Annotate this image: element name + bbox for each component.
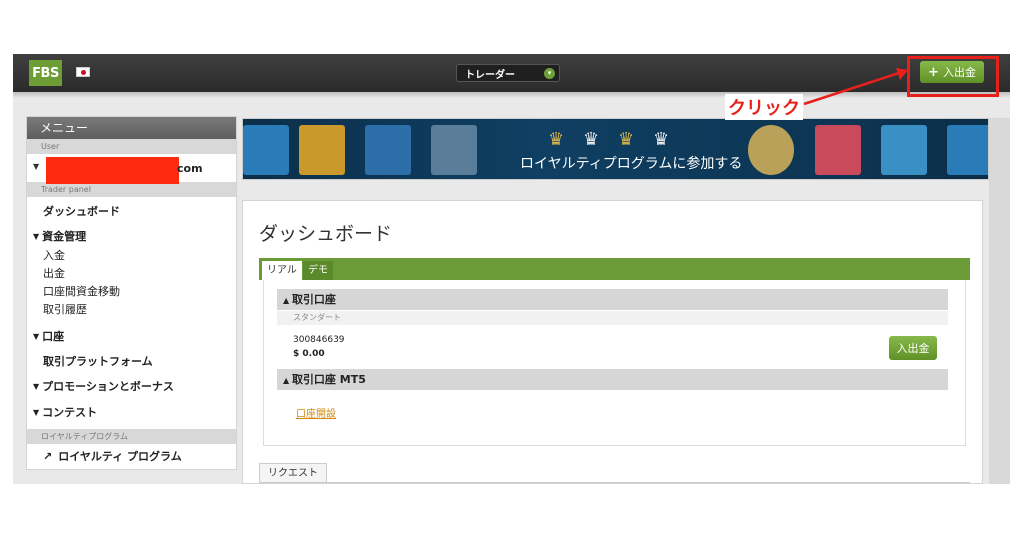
tab-content: ▲ 取引口座 スタンダート 300846639 $ 0.00 入出金 ▲ 取引口… (263, 280, 966, 446)
car-image (431, 125, 477, 175)
sidebar-group-contest-label: コンテスト (42, 406, 98, 419)
sidebar-group-promotions-label: プロモーションとボーナス (42, 380, 174, 393)
caret-down-icon: ▼ (33, 382, 40, 391)
watch-image (748, 125, 794, 175)
sidebar-item-deposit[interactable]: 入金 (27, 247, 236, 265)
crown-icon: ♛ (653, 129, 670, 150)
sidebar-group-promotions[interactable]: ▼ プロモーションとボーナス (27, 377, 236, 397)
sidebar-group-accounts-label: 口座 (42, 330, 65, 343)
fbs-logo-icon[interactable]: FBS (29, 60, 62, 86)
redacted-email (46, 157, 179, 184)
sidebar: メニュー User ▼ com Trader panel ダッシュボード ▼ 資… (26, 116, 237, 470)
mt5-accounts-label: 取引口座 MT5 (291, 373, 366, 386)
fbs-brand-image (947, 125, 988, 175)
tab-demo[interactable]: デモ (303, 261, 333, 280)
banner-text: ロイヤルティプログラムに参加する (520, 156, 743, 172)
app-screenshot: FBS トレーダー ▾ + 入出金 メニュー User ▼ com Trader… (13, 54, 1010, 484)
phone-image (815, 125, 861, 175)
sidebar-group-accounts[interactable]: ▼ 口座 (27, 327, 236, 347)
highlight-box (907, 56, 999, 97)
caret-down-icon: ▼ (33, 408, 40, 417)
gift-image (299, 125, 345, 175)
account-type-label: スタンダート (277, 311, 948, 325)
trading-accounts-label: 取引口座 (291, 293, 336, 306)
caret-up-icon: ▲ (283, 296, 292, 305)
click-annotation-label: クリック (725, 94, 803, 120)
sidebar-item-loyalty[interactable]: ↗ ロイヤルティ プログラム (27, 447, 236, 467)
caret-down-icon: ▼ (33, 162, 40, 171)
sidebar-group-contest[interactable]: ▼ コンテスト (27, 403, 236, 423)
page-title: ダッシュボード (259, 223, 393, 245)
external-link-icon: ↗ (43, 450, 53, 463)
user-email-suffix: com (177, 162, 203, 175)
account-number: 300846639 (293, 335, 345, 345)
sidebar-item-internal-transfer[interactable]: 口座間資金移動 (27, 283, 236, 301)
tab-requests[interactable]: リクエスト (259, 463, 327, 483)
divider (259, 482, 970, 483)
caret-down-icon: ▼ (33, 332, 40, 341)
account-deposit-button[interactable]: 入出金 (889, 336, 937, 360)
sidebar-item-transaction-history[interactable]: 取引履歴 (27, 301, 236, 319)
user-section-label: User (27, 139, 236, 154)
open-account-link[interactable]: 口座開設 (296, 405, 336, 420)
mode-select-label: トレーダー (465, 69, 515, 81)
sidebar-group-funds[interactable]: ▼ 資金管理 (27, 227, 236, 247)
crown-icon: ♛ (618, 129, 635, 150)
dropdown-icon: ▾ (544, 68, 555, 79)
sidebar-item-withdraw[interactable]: 出金 (27, 265, 236, 283)
menu-header: メニュー (27, 117, 236, 139)
loyalty-section-label: ロイヤルティプログラム (27, 429, 236, 444)
crown-icon: ♛ (583, 129, 600, 150)
sidebar-item-loyalty-label: ロイヤルティ プログラム (58, 450, 182, 463)
tablet-image (881, 125, 927, 175)
account-tabs: リアル デモ (259, 258, 970, 280)
sidebar-group-funds-label: 資金管理 (42, 230, 87, 243)
tab-real[interactable]: リアル (262, 261, 302, 280)
logo-text: FBS (32, 65, 59, 81)
trading-accounts-header[interactable]: ▲ 取引口座 (277, 289, 948, 310)
caret-up-icon: ▲ (283, 376, 292, 385)
loyalty-banner[interactable]: ♛ ♛ ♛ ♛ ロイヤルティプログラムに参加する (242, 118, 989, 180)
crown-icon: ♛ (548, 129, 565, 150)
mt5-accounts-header[interactable]: ▲ 取引口座 MT5 (277, 369, 948, 390)
sidebar-item-dashboard[interactable]: ダッシュボード (27, 203, 236, 221)
user-account-row[interactable]: ▼ com (27, 154, 236, 184)
monitor-image (365, 125, 411, 175)
sidebar-item-trading-platform[interactable]: 取引プラットフォーム (27, 353, 236, 371)
trader-panel-section-label: Trader panel (27, 182, 236, 197)
callout-arrow-icon (803, 68, 908, 106)
caret-down-icon: ▼ (33, 232, 40, 241)
dashboard-panel: ダッシュボード リアル デモ ▲ 取引口座 スタンダート 300846639 $… (242, 200, 983, 484)
account-balance: $ 0.00 (293, 349, 325, 359)
japan-flag-icon[interactable] (76, 67, 90, 77)
laptop-image (243, 125, 289, 175)
right-rail (989, 118, 1010, 484)
mode-select[interactable]: トレーダー ▾ (456, 64, 560, 82)
